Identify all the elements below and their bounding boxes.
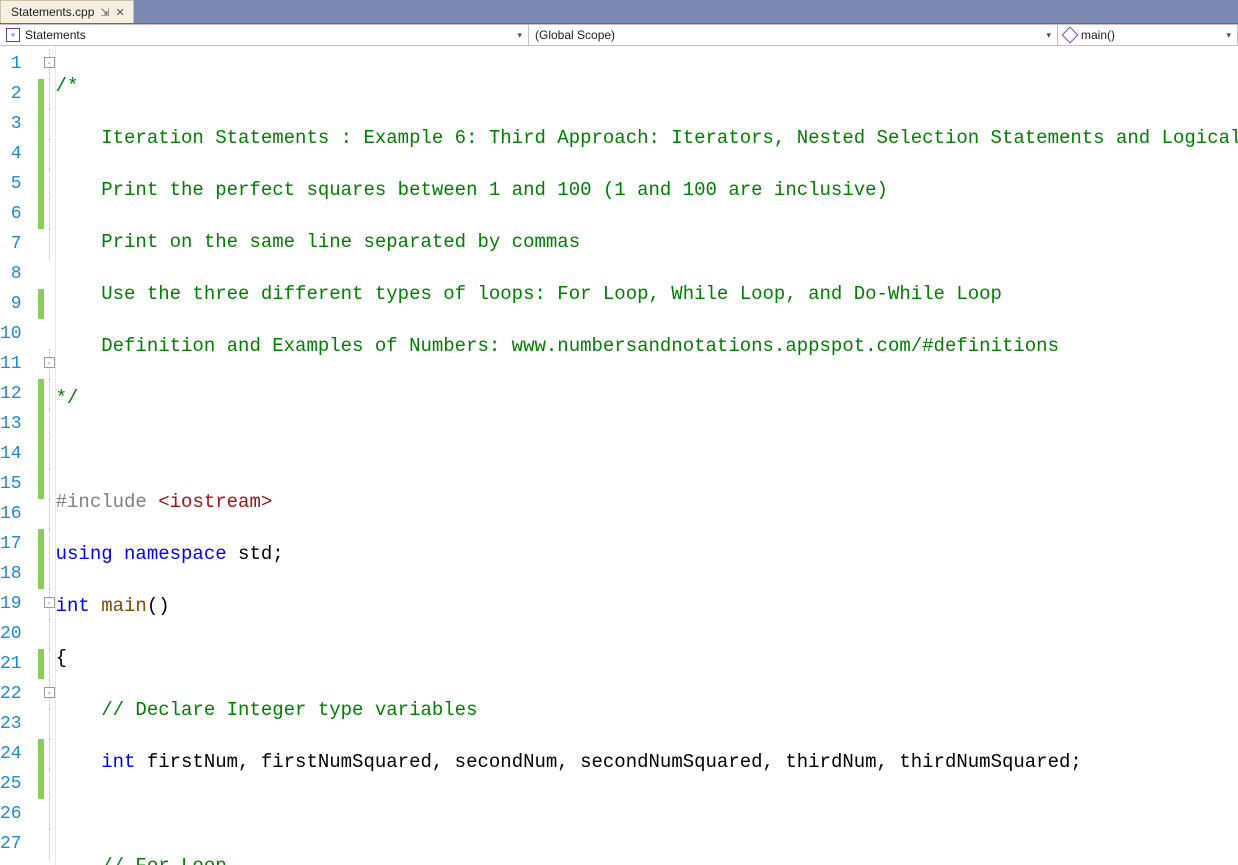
line-number: 19 (0, 589, 36, 619)
fold-toggle-icon[interactable]: - (44, 57, 55, 68)
line-number: 15 (0, 469, 36, 499)
fold-guide (49, 469, 50, 499)
fold-guide (49, 199, 50, 229)
line-number: 20 (0, 619, 36, 649)
code-text: int (56, 595, 102, 617)
fold-guide (49, 739, 50, 769)
fold-toggle-icon[interactable]: - (44, 357, 55, 368)
line-number: 5 (0, 169, 36, 199)
change-indicator-column (36, 46, 44, 865)
member-dropdown-label: main() (1081, 28, 1115, 42)
line-number: 22 (0, 679, 36, 709)
fold-guide (49, 709, 50, 739)
code-text: firstNum, firstNumSquared, secondNum, se… (147, 751, 1082, 773)
member-dropdown[interactable]: main() ▾ (1058, 25, 1238, 45)
fold-guide (49, 619, 50, 649)
fold-guide (49, 649, 50, 679)
line-number: 11 (0, 349, 36, 379)
line-number: 18 (0, 559, 36, 589)
code-text: <iostream> (158, 491, 272, 513)
fold-guide (49, 229, 50, 259)
line-number: 26 (0, 799, 36, 829)
fold-guide (49, 139, 50, 169)
line-number: 3 (0, 109, 36, 139)
code-text: // For Loop (56, 855, 227, 865)
scope-dropdown-label: (Global Scope) (535, 28, 615, 42)
line-number: 1 (0, 49, 36, 79)
close-icon[interactable]: ✕ (116, 6, 125, 19)
code-text: int (56, 751, 147, 773)
line-number: 4 (0, 139, 36, 169)
navigation-bar: + Statements ▾ (Global Scope) ▾ main() ▾ (0, 24, 1238, 46)
code-editor[interactable]: 1234567891011121314151617181920212223242… (0, 46, 1238, 865)
chevron-down-icon: ▾ (517, 30, 522, 41)
line-number: 10 (0, 319, 36, 349)
line-number: 9 (0, 289, 36, 319)
line-number: 16 (0, 499, 36, 529)
code-text: () (147, 595, 170, 617)
fold-guide (49, 499, 50, 529)
class-dropdown-label: Statements (25, 28, 86, 42)
line-number: 21 (0, 649, 36, 679)
code-text: // Declare Integer type variables (56, 699, 478, 721)
line-number: 13 (0, 409, 36, 439)
fold-guide (49, 409, 50, 439)
fold-guide (49, 439, 50, 469)
code-area[interactable]: /* Iteration Statements : Example 6: Thi… (56, 46, 1238, 865)
chevron-down-icon: ▾ (1046, 30, 1051, 41)
tab-label: Statements.cpp (11, 5, 94, 19)
line-number: 7 (0, 229, 36, 259)
class-dropdown[interactable]: + Statements ▾ (0, 25, 529, 45)
fold-guide (49, 559, 50, 589)
line-number: 14 (0, 439, 36, 469)
line-number: 25 (0, 769, 36, 799)
code-text: std; (238, 543, 284, 565)
line-number-gutter: 1234567891011121314151617181920212223242… (0, 46, 36, 865)
tab-bar: Statements.cpp ⇲ ✕ (0, 0, 1238, 24)
code-text: Iteration Statements : Example 6: Third … (56, 127, 1238, 149)
line-number: 27 (0, 829, 36, 859)
fold-guide (49, 169, 50, 199)
scope-dropdown[interactable]: (Global Scope) ▾ (529, 25, 1058, 45)
fold-guide (49, 799, 50, 829)
code-text: */ (56, 387, 79, 409)
code-text: main (101, 595, 147, 617)
line-number: 2 (0, 79, 36, 109)
code-text: Definition and Examples of Numbers: www.… (56, 335, 1059, 357)
fold-guide (49, 769, 50, 799)
code-text: Use the three different types of loops: … (56, 283, 1002, 305)
method-icon (1064, 29, 1076, 41)
code-text: { (56, 647, 67, 669)
code-text: /* (56, 75, 79, 97)
fold-guide (49, 529, 50, 559)
fold-guide (49, 829, 50, 859)
code-text: #include (56, 491, 159, 513)
line-number: 8 (0, 259, 36, 289)
code-text: using namespace (56, 543, 238, 565)
outline-fold-column: - - - - (44, 46, 56, 865)
project-icon: + (6, 28, 20, 42)
fold-toggle-icon[interactable]: - (44, 597, 55, 608)
line-number: 17 (0, 529, 36, 559)
fold-guide (49, 79, 50, 109)
chevron-down-icon: ▾ (1226, 30, 1231, 41)
code-text: Print on the same line separated by comm… (56, 231, 581, 253)
line-number: 24 (0, 739, 36, 769)
line-number: 23 (0, 709, 36, 739)
code-text: Print the perfect squares between 1 and … (56, 179, 888, 201)
line-number: 6 (0, 199, 36, 229)
pin-icon[interactable]: ⇲ (100, 6, 109, 19)
file-tab-statements[interactable]: Statements.cpp ⇲ ✕ (0, 0, 134, 23)
fold-toggle-icon[interactable]: - (44, 687, 55, 698)
line-number: 12 (0, 379, 36, 409)
fold-guide (49, 379, 50, 409)
fold-guide (49, 109, 50, 139)
